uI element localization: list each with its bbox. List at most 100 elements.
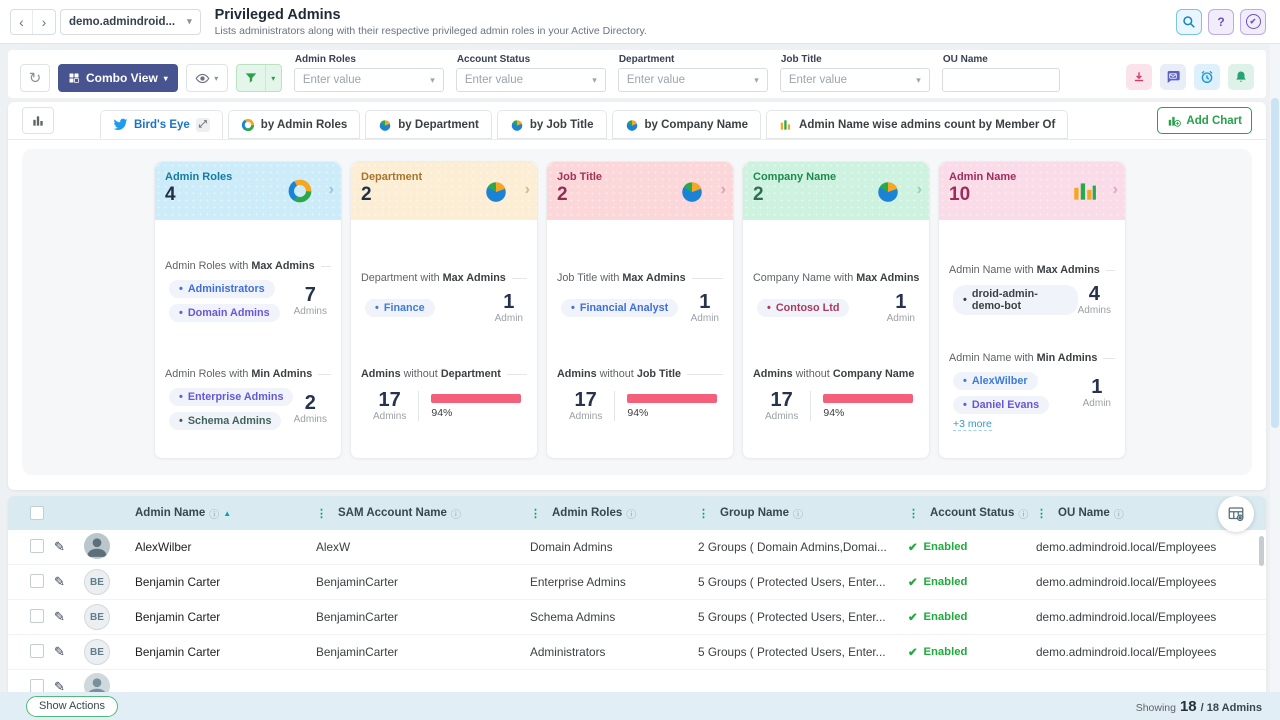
column-header-admin-name[interactable]: Admin Nameⓘ▲: [126, 506, 316, 521]
entity-pill[interactable]: •Administrators: [169, 280, 275, 298]
edit-icon[interactable]: ✎: [54, 539, 84, 555]
eye-icon: [195, 71, 210, 86]
admin-roles-select[interactable]: Enter value ▾: [294, 68, 444, 92]
account-status-select[interactable]: Enter value ▾: [456, 68, 606, 92]
tab-by-department[interactable]: by Department: [365, 110, 492, 139]
column-header-sam-account-name[interactable]: ⋮ SAM Account Nameⓘ: [316, 506, 530, 521]
chevron-right-icon[interactable]: ›: [1113, 181, 1118, 199]
row-checkbox[interactable]: [30, 609, 44, 623]
entity-pill[interactable]: •AlexWilber: [953, 372, 1038, 390]
avatar: BE: [84, 639, 110, 665]
entity-pill[interactable]: •Schema Admins: [169, 412, 281, 430]
view-selector-button[interactable]: Combo View ▾: [58, 64, 178, 92]
entity-pill[interactable]: •Domain Admins: [169, 304, 280, 322]
add-chart-button[interactable]: Add Chart: [1157, 107, 1252, 134]
entity-pill[interactable]: •Contoso Ltd: [757, 299, 849, 317]
column-header-account-status[interactable]: ⋮ Account Statusⓘ: [908, 506, 1036, 521]
help-button[interactable]: ?: [1208, 9, 1234, 35]
chart-list-button[interactable]: [22, 107, 54, 134]
tab-label: Bird's Eye: [134, 119, 190, 131]
table-gear-icon: [1227, 505, 1245, 523]
job-title-select[interactable]: Enter value ▾: [780, 68, 930, 92]
table-row[interactable]: ✎ BE Benjamin Carter BenjaminCarter Admi…: [8, 635, 1266, 670]
feedback-button[interactable]: [1160, 64, 1186, 90]
row-checkbox[interactable]: [30, 539, 44, 553]
sort-asc-icon[interactable]: ▲: [223, 509, 231, 518]
page-scrollbar[interactable]: [1270, 44, 1280, 720]
search-button[interactable]: [1176, 9, 1202, 35]
tab-label: Admin Name wise admins count by Member O…: [799, 119, 1055, 131]
chat-mail-icon: [1165, 69, 1181, 85]
donut-chart-icon: [241, 118, 255, 132]
entity-pill[interactable]: •Finance: [365, 299, 435, 317]
edit-icon[interactable]: ✎: [54, 609, 84, 625]
column-settings-button[interactable]: [1218, 496, 1254, 532]
chevron-right-icon[interactable]: ›: [329, 181, 334, 199]
tab-by-admin-roles[interactable]: by Admin Roles: [228, 110, 360, 139]
chevron-down-icon: ▾: [187, 16, 192, 27]
refresh-button[interactable]: ↻: [20, 64, 50, 92]
tab-birds-eye[interactable]: Bird's Eye ⤢: [100, 110, 223, 139]
cell-groups: 5 Groups ( Protected Users, Enter...: [698, 610, 908, 624]
table-row[interactable]: ✎ AlexWilber AlexW Domain Admins 2 Group…: [8, 530, 1266, 565]
entity-pill[interactable]: •Daniel Evans: [953, 396, 1049, 414]
page-scrollbar-thumb[interactable]: [1271, 98, 1279, 428]
edit-icon[interactable]: ✎: [54, 644, 84, 660]
history-nav[interactable]: ‹ ›: [10, 9, 56, 35]
row-checkbox[interactable]: [30, 574, 44, 588]
chevron-down-icon[interactable]: ▾: [265, 65, 281, 91]
entity-pill[interactable]: •droid-admin-demo-bot: [953, 285, 1078, 315]
page-title: Privileged Admins: [215, 7, 647, 23]
percent-label: 94%: [823, 407, 913, 419]
edit-icon[interactable]: ✎: [54, 679, 84, 692]
table-scrollbar-thumb[interactable]: [1259, 536, 1264, 566]
column-drag-dots-icon[interactable]: ⋮: [530, 507, 541, 520]
table-row[interactable]: ✎ BE Benjamin Carter BenjaminCarter Ente…: [8, 565, 1266, 600]
column-drag-dots-icon[interactable]: ⋮: [698, 507, 709, 520]
column-header-group-name[interactable]: ⋮ Group Nameⓘ: [698, 506, 908, 521]
forward-icon[interactable]: ›: [33, 10, 55, 34]
ou-name-input[interactable]: [942, 68, 1060, 92]
table-header: Admin Nameⓘ▲ ⋮ SAM Account Nameⓘ ⋮ Admin…: [8, 496, 1266, 530]
entity-pill[interactable]: •Financial Analyst: [561, 299, 678, 317]
column-drag-dots-icon[interactable]: ⋮: [316, 507, 327, 520]
alerts-button[interactable]: [1228, 64, 1254, 90]
department-select[interactable]: Enter value ▾: [618, 68, 768, 92]
status-badge: ✔Enabled: [908, 541, 1036, 554]
domain-selector[interactable]: demo.admindroid... ▾: [60, 9, 201, 35]
stat-value: 4: [1078, 284, 1111, 304]
card-section-max: Job Title with Max Admins •Financial Ana…: [547, 272, 733, 324]
stat-value: 1: [1083, 377, 1111, 397]
show-actions-button[interactable]: Show Actions: [26, 696, 118, 717]
select-all-checkbox[interactable]: [30, 506, 44, 520]
more-link[interactable]: +3 more: [953, 418, 992, 431]
birds-eye-board: Admin Roles 4 › Admin Roles with Max Adm…: [22, 149, 1252, 475]
back-icon[interactable]: ‹: [11, 10, 33, 34]
tab-member-of-count[interactable]: Admin Name wise admins count by Member O…: [766, 110, 1068, 139]
filter-split-button[interactable]: ▾: [236, 64, 282, 92]
tab-by-job-title[interactable]: by Job Title: [497, 110, 607, 139]
row-checkbox[interactable]: [30, 679, 44, 693]
row-checkbox[interactable]: [30, 644, 44, 658]
column-drag-dots-icon[interactable]: ⋮: [1036, 507, 1047, 520]
cell-sam: BenjaminCarter: [316, 610, 530, 624]
tab-by-company-name[interactable]: by Company Name: [612, 110, 762, 139]
entity-pill[interactable]: •Enterprise Admins: [169, 388, 293, 406]
scheduled-status-button[interactable]: ✔: [1240, 9, 1266, 35]
expand-icon[interactable]: ⤢: [196, 118, 210, 132]
card-section-without: Admins without Job Title 17Admins 94%: [547, 368, 733, 422]
schedule-button[interactable]: [1194, 64, 1220, 90]
export-button[interactable]: [1126, 64, 1152, 90]
column-drag-dots-icon[interactable]: ⋮: [908, 507, 919, 520]
edit-icon[interactable]: ✎: [54, 574, 84, 590]
chevron-right-icon[interactable]: ›: [721, 181, 726, 199]
table-row[interactable]: ✎ BE Benjamin Carter BenjaminCarter Sche…: [8, 600, 1266, 635]
tab-label: by Department: [398, 119, 479, 131]
table-row[interactable]: ✎: [8, 670, 1266, 692]
column-header-admin-roles[interactable]: ⋮ Admin Rolesⓘ: [530, 506, 698, 521]
chevron-right-icon[interactable]: ›: [917, 181, 922, 199]
chevron-right-icon[interactable]: ›: [525, 181, 530, 199]
column-visibility-button[interactable]: ▾: [186, 64, 228, 92]
stat-value: 1: [887, 292, 915, 312]
chevron-down-icon: ▾: [164, 74, 168, 83]
